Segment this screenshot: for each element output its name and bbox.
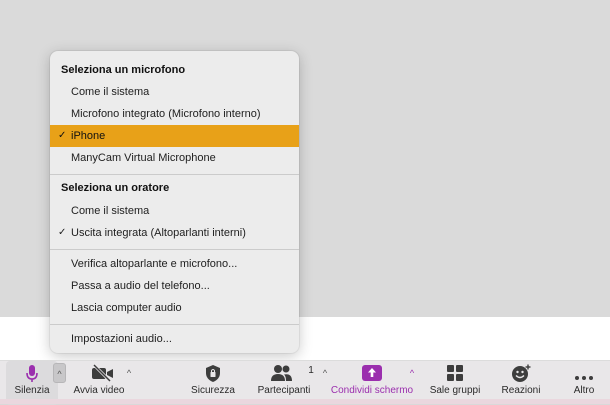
mic-option-manycam[interactable]: ManyCam Virtual Microphone <box>50 147 299 169</box>
menu-separator <box>50 174 299 175</box>
security-label: Sicurezza <box>191 385 235 396</box>
reactions-label: Reazioni <box>501 385 541 396</box>
participants-label: Partecipanti <box>257 385 311 396</box>
mic-option-label: Come il sistema <box>71 86 150 98</box>
mic-option-label: Microfono integrato (Microfono interno) <box>71 108 261 120</box>
mute-label: Silenzia <box>14 385 50 396</box>
toolbar-bottom-strip <box>0 399 610 404</box>
share-options-caret[interactable]: ^ <box>405 365 419 381</box>
checkmark-icon: ✓ <box>58 227 67 238</box>
breakout-rooms-label: Sale gruppi <box>429 385 481 396</box>
switch-phone-audio-item[interactable]: Passa a audio del telefono... <box>50 275 299 297</box>
speaker-option-label: Uscita integrata (Altoparlanti interni) <box>71 227 246 239</box>
breakout-rooms-icon <box>446 364 464 387</box>
participants-icon <box>270 364 294 387</box>
mic-option-label: iPhone <box>71 130 106 142</box>
mic-option-iphone[interactable]: ✓ iPhone <box>50 125 299 147</box>
mic-option-system[interactable]: Come il sistema <box>50 81 299 103</box>
menu-action-label: Passa a audio del telefono... <box>71 280 210 292</box>
video-options-caret[interactable]: ^ <box>122 365 136 381</box>
speaker-option-builtin[interactable]: ✓ Uscita integrata (Altoparlanti interni… <box>50 222 299 244</box>
video-off-icon <box>91 363 115 387</box>
more-label: Altro <box>573 385 595 396</box>
menu-separator <box>50 324 299 325</box>
audio-options-caret[interactable]: ^ <box>53 363 66 383</box>
menu-action-label: Impostazioni audio... <box>71 333 172 345</box>
mic-option-builtin[interactable]: Microfono integrato (Microfono interno) <box>50 103 299 125</box>
more-dots-icon <box>574 368 594 386</box>
menu-action-label: Verifica altoparlante e microfono... <box>71 258 238 270</box>
meeting-toolbar: Silenzia ^ Avvia video ^ Sicurezza 1 Par… <box>0 360 610 405</box>
speaker-option-system[interactable]: Come il sistema <box>50 200 299 222</box>
menu-action-label: Lascia computer audio <box>71 302 182 314</box>
speaker-section-header: Seleziona un oratore <box>61 182 170 194</box>
audio-options-menu: Seleziona un microfono Come il sistema M… <box>50 51 299 353</box>
mic-section-header: Seleziona un microfono <box>61 64 186 76</box>
audio-settings-item[interactable]: Impostazioni audio... <box>50 328 299 350</box>
test-speaker-mic-item[interactable]: Verifica altoparlante e microfono... <box>50 253 299 275</box>
share-screen-label: Condividi schermo <box>330 385 414 396</box>
menu-separator <box>50 249 299 250</box>
checkmark-icon: ✓ <box>58 130 67 141</box>
speaker-option-label: Come il sistema <box>71 205 150 217</box>
start-video-label: Avvia video <box>73 385 125 396</box>
mic-option-label: ManyCam Virtual Microphone <box>71 152 216 164</box>
share-screen-icon <box>361 364 383 387</box>
participants-count: 1 <box>308 365 314 376</box>
leave-computer-audio-item[interactable]: Lascia computer audio <box>50 297 299 319</box>
